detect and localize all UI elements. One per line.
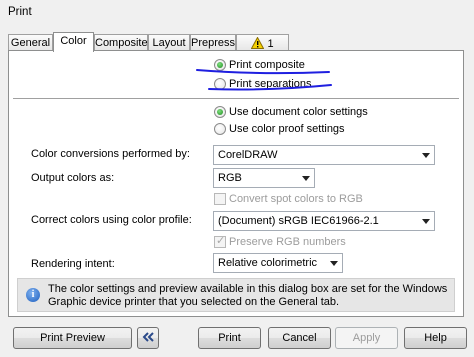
double-left-chevron-icon xyxy=(142,332,154,342)
print-preview-button[interactable]: Print Preview xyxy=(13,327,132,349)
cancel-label: Cancel xyxy=(282,332,317,344)
chevron-down-icon xyxy=(422,219,430,224)
tab-general-label: General xyxy=(10,37,51,49)
preserve-rgb-label: Preserve RGB numbers xyxy=(229,236,346,248)
color-profile-select[interactable]: (Document) sRGB IEC61966-2.1 xyxy=(213,211,435,231)
rendering-intent-select[interactable]: Relative colorimetric xyxy=(213,253,343,273)
correct-colors-label: Correct colors using color profile: xyxy=(31,214,192,226)
proof-color-settings-label[interactable]: Use color proof settings xyxy=(229,123,345,135)
proof-color-settings-radio[interactable] xyxy=(214,123,226,135)
convert-spot-checkbox[interactable] xyxy=(214,193,226,205)
window-title: Print xyxy=(0,0,474,24)
tab-prepress-label: Prepress xyxy=(191,37,236,49)
tab-composite-label: Composite xyxy=(95,37,148,49)
collapse-preview-button[interactable] xyxy=(137,327,159,349)
preserve-rgb-checkbox[interactable] xyxy=(214,234,226,248)
output-colors-value: RGB xyxy=(218,172,242,184)
tab-composite[interactable]: Composite xyxy=(94,34,148,51)
tab-general[interactable]: General xyxy=(8,34,53,51)
info-icon: i xyxy=(26,288,40,302)
apply-label: Apply xyxy=(352,332,381,344)
tab-layout-label: Layout xyxy=(152,37,186,49)
info-text: The color settings and preview available… xyxy=(48,283,448,308)
output-colors-select[interactable]: RGB xyxy=(213,168,315,188)
tab-color[interactable]: Color xyxy=(53,32,94,52)
output-colors-label: Output colors as: xyxy=(31,172,115,184)
help-button[interactable]: Help xyxy=(404,327,467,349)
rendering-intent-value: Relative colorimetric xyxy=(218,257,318,269)
document-color-settings-label[interactable]: Use document color settings xyxy=(229,106,368,118)
print-button[interactable]: Print xyxy=(198,327,261,349)
conversions-value: CorelDRAW xyxy=(218,149,278,161)
convert-spot-label: Convert spot colors to RGB xyxy=(229,193,363,205)
tab-color-label: Color xyxy=(60,35,87,47)
conversions-select[interactable]: CorelDRAW xyxy=(213,145,435,165)
color-tab-panel: Print composite Print separations Use do… xyxy=(8,50,464,317)
tab-issues[interactable]: 1 Issue xyxy=(236,34,289,62)
section-divider-highlight xyxy=(13,99,459,100)
annotation-underlines xyxy=(196,69,332,91)
document-color-settings-radio[interactable] xyxy=(214,106,226,118)
conversions-label: Color conversions performed by: xyxy=(31,148,190,160)
info-box: i The color settings and preview availab… xyxy=(17,278,455,312)
rendering-intent-label: Rendering intent: xyxy=(31,258,115,270)
apply-button[interactable]: Apply xyxy=(335,327,398,349)
print-preview-label: Print Preview xyxy=(40,332,105,344)
cancel-button[interactable]: Cancel xyxy=(268,327,331,349)
tab-prepress[interactable]: Prepress xyxy=(190,34,236,51)
help-label: Help xyxy=(424,332,447,344)
print-label: Print xyxy=(218,332,241,344)
color-profile-value: (Document) sRGB IEC61966-2.1 xyxy=(218,215,379,227)
chevron-down-icon xyxy=(302,176,310,181)
chevron-down-icon xyxy=(330,261,338,266)
warning-icon xyxy=(251,37,265,49)
tab-layout[interactable]: Layout xyxy=(148,34,190,51)
chevron-down-icon xyxy=(422,153,430,158)
